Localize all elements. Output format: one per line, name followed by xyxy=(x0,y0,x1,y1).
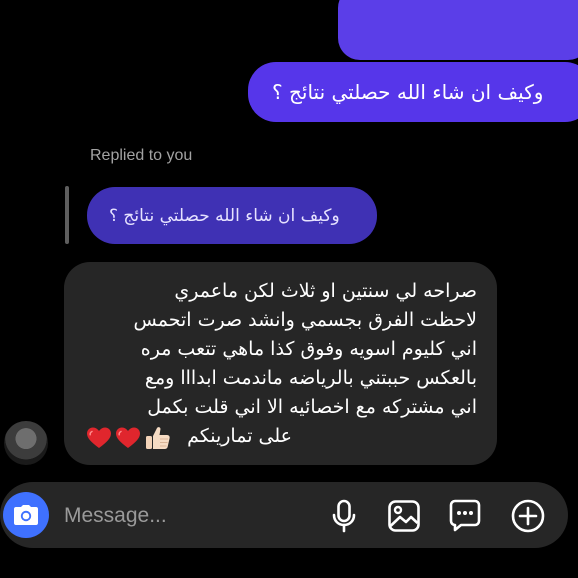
message-input[interactable] xyxy=(64,500,314,532)
gallery-button[interactable] xyxy=(385,497,423,535)
sent-message-bubble[interactable]: وكيف ان شاء الله حصلتي نتائج ؟ xyxy=(248,62,578,122)
previous-sent-bubble xyxy=(338,0,578,60)
emoji-row xyxy=(86,424,172,452)
received-message-line: اني مشتركه مع اخصائيه الا اني قلت بكمل xyxy=(147,396,477,418)
microphone-icon xyxy=(332,499,356,533)
received-message-line: صراحه لي سنتين او ثلاث لكن ماعمري xyxy=(174,280,477,302)
received-message-line: اني كليوم اسويه وفوق كذا ماهي تتعب مره xyxy=(140,338,477,360)
thumbs-up-icon xyxy=(146,427,170,449)
red-heart-icon xyxy=(87,427,111,448)
camera-icon xyxy=(14,505,38,525)
red-heart-icon xyxy=(116,427,140,448)
contact-avatar[interactable] xyxy=(4,421,48,465)
replied-to-you-label: Replied to you xyxy=(90,147,193,164)
plus-circle-icon xyxy=(511,499,545,533)
received-message-bubble[interactable]: صراحه لي سنتين او ثلاث لكن ماعمري لاحظت … xyxy=(64,262,497,465)
quoted-message-text: وكيف ان شاء الله حصلتي نتائج ؟ xyxy=(109,205,340,226)
received-message-line: بالعكس حببتني بالرياضه ماندمت ابدااا ومع xyxy=(144,367,477,389)
received-message-line: لاحظت الفرق بجسمي وانشد صرت اتحمس xyxy=(133,309,477,331)
plus-button[interactable] xyxy=(509,497,547,535)
microphone-button[interactable] xyxy=(325,497,363,535)
quoted-message-bubble[interactable]: وكيف ان شاء الله حصلتي نتائج ؟ xyxy=(87,187,377,244)
sticker-chat-icon xyxy=(449,499,481,532)
reply-indicator-bar xyxy=(65,186,69,244)
sent-message-text: وكيف ان شاء الله حصلتي نتائج ؟ xyxy=(272,80,544,104)
camera-button[interactable] xyxy=(3,492,49,538)
image-icon xyxy=(388,500,420,532)
sticker-button[interactable] xyxy=(446,497,484,535)
received-message-last-line: على تمارينكم xyxy=(187,425,292,447)
